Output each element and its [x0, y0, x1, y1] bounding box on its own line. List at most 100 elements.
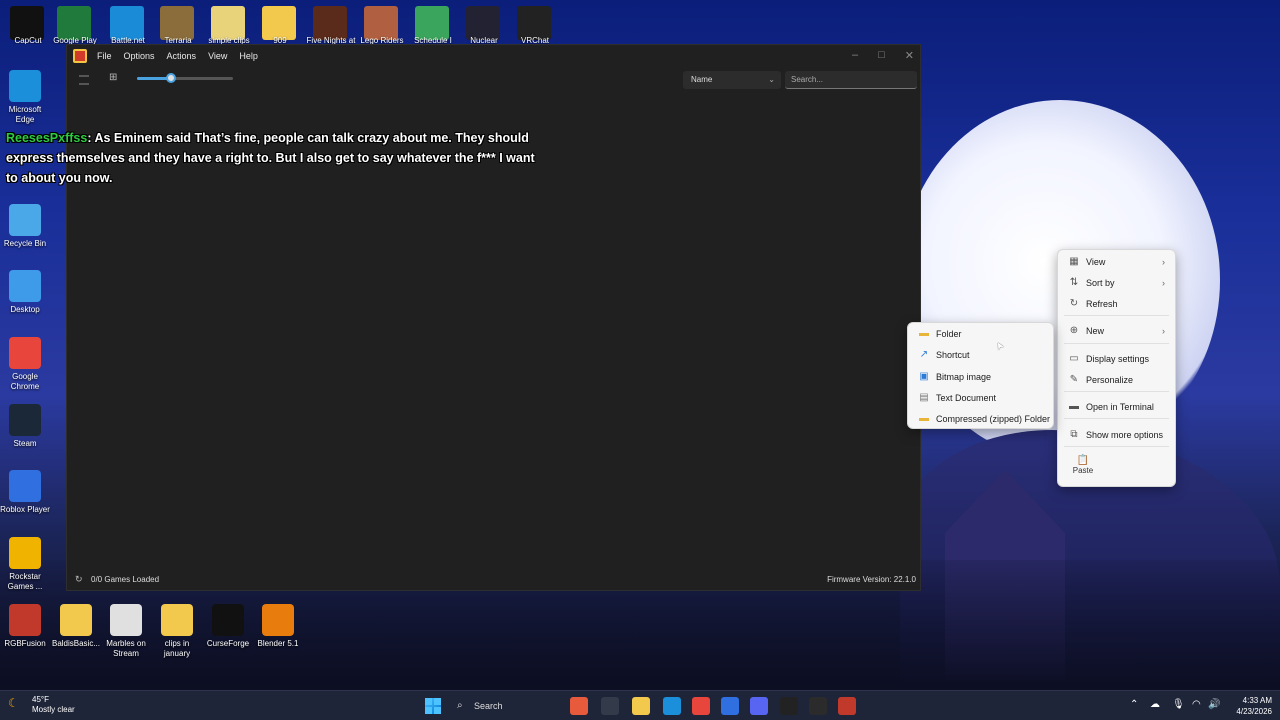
new-submenu-item[interactable]: ▣ Bitmap image — [908, 367, 1053, 387]
context-menu-item-view[interactable]: ▦ View › — [1058, 252, 1175, 272]
desktop-app-icon — [9, 270, 41, 302]
clock[interactable]: 4:33 AM 4/23/2026 — [1236, 695, 1272, 717]
bitmap-icon: ▣ — [919, 370, 929, 382]
desktop-top-icon-label: Five Nights at Freddy's — [306, 36, 356, 44]
grid-view-icon[interactable]: ⊞ — [109, 72, 117, 83]
context-menu-item-label: Sort by — [1086, 278, 1115, 288]
desktop-left-icon[interactable]: Recycle Bin — [0, 204, 50, 249]
desktop-top-icon[interactable] — [517, 6, 551, 40]
taskbar-app-icon[interactable] — [838, 697, 856, 715]
context-menu-item-show-more-options[interactable]: ⧉ Show more options — [1058, 425, 1175, 445]
desktop-left-icon[interactable]: Roblox Player — [0, 470, 50, 515]
emulator-window: File Options Actions View Help – □ ✕ ⊞ N… — [66, 44, 921, 591]
desktop-app-icon — [110, 604, 142, 636]
context-menu-item-personalize[interactable]: ✎ Personalize — [1058, 370, 1175, 390]
new-submenu-item[interactable]: ▬ Compressed (zipped) Folder — [908, 409, 1053, 429]
more-icon: ⧉ — [1070, 429, 1078, 440]
mic-icon[interactable]: 🎙 — [1172, 699, 1185, 710]
taskbar-app-icon[interactable] — [570, 697, 588, 715]
slider-thumb[interactable] — [165, 73, 176, 83]
desktop-top-icon[interactable] — [313, 6, 347, 40]
desktop-top-icon-label: Google Play Games — [53, 36, 97, 44]
context-menu-item-new[interactable]: ⊕ New › — [1058, 321, 1175, 341]
desktop-left-icon[interactable]: Google Chrome — [0, 337, 50, 392]
chevron-up-icon[interactable]: ⌃ — [1130, 699, 1138, 710]
menu-actions[interactable]: Actions — [167, 51, 197, 61]
desktop-top-icon[interactable] — [110, 6, 144, 40]
icon-size-slider[interactable] — [137, 73, 233, 83]
text-doc-icon: ▤ — [919, 391, 929, 403]
menu-options[interactable]: Options — [124, 51, 155, 61]
desktop-app-icon — [9, 604, 41, 636]
context-menu-item-label: Open in Terminal — [1086, 402, 1154, 412]
weather-desc: Mostly clear — [32, 705, 75, 714]
desktop-bottom-icon[interactable]: clips in january — [151, 604, 203, 659]
taskbar-app-icon[interactable] — [601, 697, 619, 715]
desktop-top-icon[interactable] — [364, 6, 398, 40]
new-submenu: ▬ Folder ↗ Shortcut ▣ Bitmap image ▤ Text Docum… — [907, 322, 1054, 429]
desktop-left-icon[interactable]: RGBFusion — [0, 604, 50, 649]
taskbar-app-icon[interactable] — [721, 697, 739, 715]
window-controls: – □ ✕ — [852, 49, 914, 62]
search-icon: ⌕ — [457, 700, 463, 711]
desktop-top-icon[interactable] — [57, 6, 91, 40]
taskbar-app-icon[interactable] — [750, 697, 768, 715]
new-submenu-item-label: Folder — [936, 329, 962, 339]
taskbar-search-label: Search — [474, 701, 503, 711]
search-input[interactable]: Search... — [785, 71, 917, 89]
menu-file[interactable]: File — [97, 51, 112, 61]
desktop-top-icon[interactable] — [466, 6, 500, 40]
context-menu-item-label: View — [1086, 257, 1106, 267]
close-icon[interactable]: ✕ — [905, 49, 914, 62]
desktop-top-icon[interactable] — [415, 6, 449, 40]
desktop-left-icon-label: Google Chrome — [10, 372, 40, 391]
minimize-icon[interactable]: – — [852, 49, 858, 62]
context-menu-item-display-settings[interactable]: ▭ Display settings — [1058, 349, 1175, 369]
context-menu-item-label: Display settings — [1086, 354, 1150, 364]
terminal-icon: ▬ — [1069, 401, 1079, 412]
context-menu-item-refresh[interactable]: ↻ Refresh — [1058, 294, 1175, 314]
paste-label: Paste — [1072, 466, 1094, 475]
desktop-bottom-icon[interactable]: CurseForge — [202, 604, 254, 649]
taskbar-search[interactable]: ⌕ Search — [450, 695, 590, 717]
wifi-icon[interactable]: ◠ — [1192, 699, 1201, 710]
desktop-app-icon — [9, 404, 41, 436]
context-menu-item-open-in-terminal[interactable]: ▬ Open in Terminal — [1058, 397, 1175, 417]
desktop-bottom-icon[interactable]: Marbles on Stream — [100, 604, 152, 659]
taskbar-app-icon[interactable] — [780, 697, 798, 715]
shortcut-icon: ↗ — [919, 349, 929, 361]
context-menu-item-sort-by[interactable]: ⇅ Sort by › — [1058, 273, 1175, 293]
refresh-icon[interactable]: ↻ — [75, 574, 83, 585]
maximize-icon[interactable]: □ — [878, 49, 885, 62]
desktop-bottom-icon[interactable]: BaldisBasic... — [50, 604, 102, 649]
taskbar-app-icon[interactable] — [692, 697, 710, 715]
desktop-left-icon[interactable]: Steam — [0, 404, 50, 449]
zip-folder-icon: ▬ — [919, 413, 929, 425]
desktop-bottom-icon[interactable]: Blender 5.1 — [252, 604, 304, 649]
speaker-icon[interactable]: 🔊 — [1208, 699, 1220, 710]
new-submenu-item[interactable]: ↗ Shortcut — [908, 345, 1053, 365]
new-submenu-item[interactable]: ▤ Text Document — [908, 388, 1053, 408]
paste-button[interactable]: 📋 Paste — [1068, 455, 1098, 475]
desktop-top-icon[interactable] — [211, 6, 245, 40]
menu-view[interactable]: View — [208, 51, 227, 61]
desktop-top-icon[interactable] — [160, 6, 194, 40]
cloud-icon[interactable]: ☁ — [1150, 699, 1160, 710]
list-view-icon[interactable] — [79, 75, 89, 85]
desktop-left-icon[interactable]: Rockstar Games ... — [0, 537, 50, 592]
taskbar-app-icon[interactable] — [632, 697, 650, 715]
sort-dropdown[interactable]: Name ⌄ — [683, 71, 781, 89]
desktop-top-icon[interactable] — [10, 6, 44, 40]
start-button[interactable] — [425, 698, 441, 714]
desktop-left-icon[interactable]: Desktop — [0, 270, 50, 315]
taskbar-app-icon[interactable] — [809, 697, 827, 715]
desktop-left-icon[interactable]: Microsoft Edge — [0, 70, 50, 125]
new-submenu-item-label: Text Document — [936, 392, 997, 403]
desktop-left-icon-label: Recycle Bin — [3, 239, 47, 248]
new-submenu-item[interactable]: ▬ Folder — [908, 324, 1053, 344]
desktop-top-icon[interactable] — [262, 6, 296, 40]
menu-help[interactable]: Help — [239, 51, 258, 61]
chat-username: ReesesPxffss — [6, 131, 88, 145]
taskbar-app-icon[interactable] — [663, 697, 681, 715]
weather-widget[interactable]: ☾ 45°F Mostly clear — [8, 695, 75, 715]
